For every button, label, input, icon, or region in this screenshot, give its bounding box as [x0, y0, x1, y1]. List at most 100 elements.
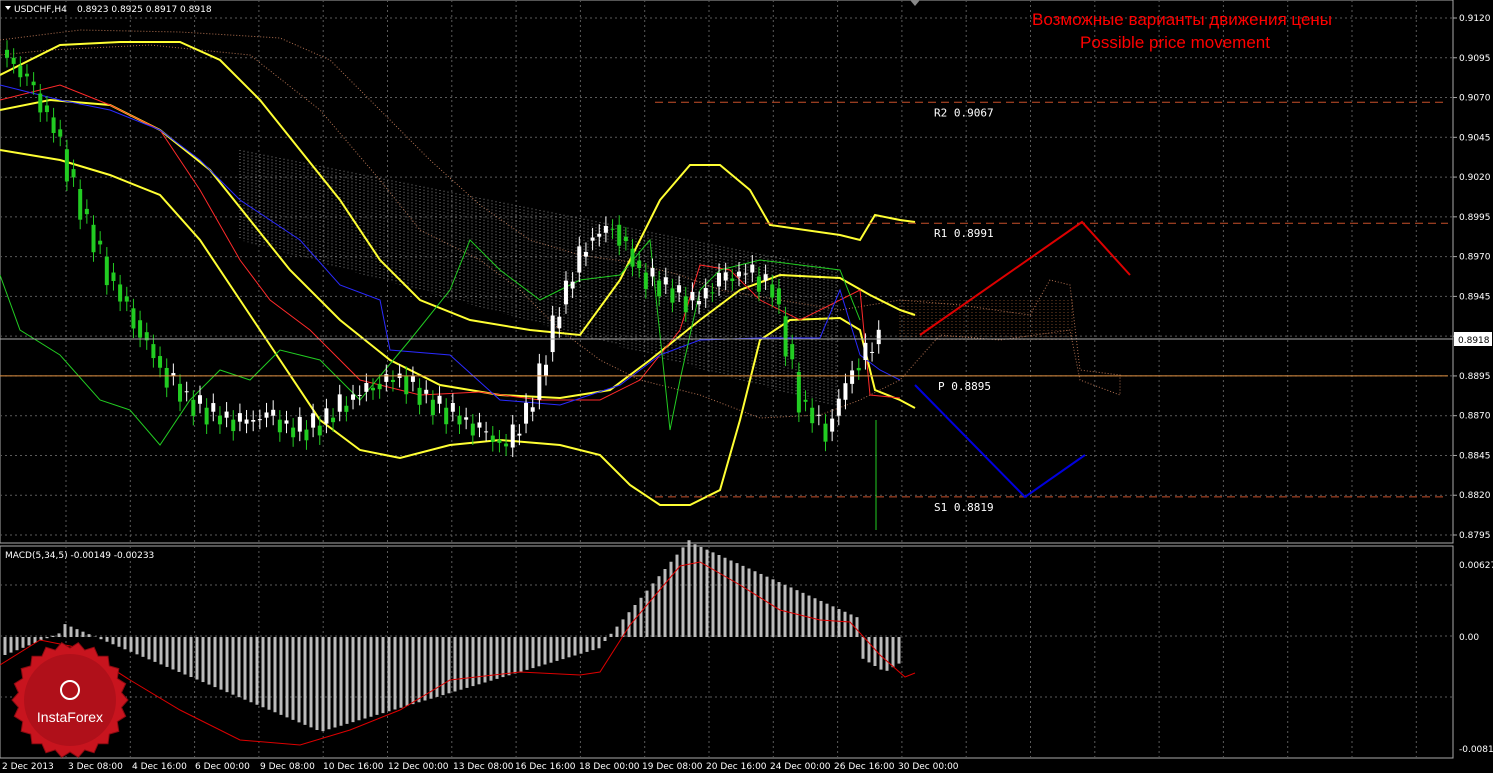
level-label-p: P 0.8895: [938, 380, 991, 393]
candle-body: [504, 443, 509, 447]
candle-body: [118, 284, 123, 302]
candle-body: [304, 429, 309, 441]
candle-body: [184, 391, 189, 393]
candle-body: [530, 407, 535, 412]
candle-body: [690, 291, 695, 301]
candle-body: [550, 315, 555, 353]
candle-body: [803, 399, 808, 402]
candle-body: [311, 413, 316, 428]
candle-body: [204, 407, 209, 425]
macd-axis-label: -0.00816: [1459, 745, 1493, 755]
candle-body: [244, 419, 249, 424]
candle-body: [856, 367, 861, 371]
candle-body: [78, 189, 83, 220]
price-axis-label: 0.8895: [1459, 372, 1491, 382]
candle-body: [51, 117, 56, 134]
ohlc-values: 0.8923 0.8925 0.8917 0.8918: [77, 5, 212, 15]
chart-canvas[interactable]: R2 0.9067 R1 0.8991 P 0.8895 S1 0.8819 0.91…: [0, 0, 1493, 773]
macd-axis-label: 0.00627: [1459, 561, 1493, 571]
candle-body: [178, 383, 183, 402]
candle-body: [763, 274, 768, 281]
time-axis-label: 9 Dec 08:00: [260, 762, 315, 772]
time-axis-label: 6 Dec 00:00: [195, 762, 250, 772]
candle-body: [703, 287, 708, 299]
candle-body: [251, 420, 256, 422]
time-axis-label: 30 Dec 00:00: [898, 762, 959, 772]
candle-body: [470, 423, 475, 436]
candle-body: [850, 370, 855, 384]
candle-body: [697, 301, 702, 305]
candle-body: [5, 49, 9, 58]
candle-body: [291, 427, 296, 438]
candle-body: [98, 240, 103, 245]
candle-body: [357, 394, 362, 396]
price-axis-label: 0.8945: [1459, 292, 1491, 302]
price-axis-label: 0.8995: [1459, 213, 1491, 223]
candle-body: [583, 251, 588, 257]
candle-body: [464, 417, 469, 420]
candle-body: [577, 246, 582, 273]
candle-body: [370, 387, 375, 391]
candle-body: [843, 383, 848, 400]
candle-body: [344, 405, 349, 412]
candle-body: [271, 409, 276, 416]
candle-body: [590, 237, 595, 241]
candle-body: [191, 399, 196, 416]
candle-body: [138, 320, 143, 338]
candle-body: [151, 344, 156, 359]
candle-body: [544, 364, 549, 376]
candle-body: [104, 256, 109, 286]
candle-body: [317, 425, 322, 436]
candle-body: [524, 402, 529, 424]
candle-body: [870, 351, 875, 353]
price-axis-label: 0.8970: [1459, 253, 1491, 263]
time-axis-label: 3 Dec 08:00: [68, 762, 123, 772]
candle-body: [71, 169, 76, 178]
candle-body: [197, 395, 202, 404]
candle-body: [224, 411, 229, 418]
time-axis-label: 24 Dec 00:00: [770, 762, 831, 772]
candle-body: [111, 272, 116, 282]
candle-body: [836, 398, 841, 416]
candle-body: [683, 296, 688, 313]
candle-body: [297, 416, 302, 432]
current-price-value: 0.8918: [1458, 336, 1490, 346]
candle-body: [31, 81, 36, 86]
candle-body: [211, 403, 216, 412]
price-axis-label: 0.9070: [1459, 94, 1491, 104]
time-axis-label: 10 Dec 16:00: [323, 762, 384, 772]
candle-body: [384, 374, 389, 382]
candle-body: [404, 375, 409, 395]
time-axis-label: 26 Dec 16:00: [834, 762, 895, 772]
candle-body: [816, 414, 821, 416]
candle-body: [497, 439, 502, 443]
price-axis-label: 0.9095: [1459, 54, 1491, 64]
macd-label: MACD(5,34,5) -0.00149 -0.00233: [5, 551, 154, 561]
candle-body: [444, 407, 449, 425]
level-label-r1: R1 0.8991: [934, 227, 994, 240]
candle-body: [18, 65, 23, 78]
candle-body: [623, 236, 628, 242]
candle-body: [770, 284, 775, 298]
candle-body: [570, 281, 575, 289]
candle-body: [670, 288, 675, 303]
candle-body: [390, 379, 395, 383]
candle-body: [84, 208, 89, 215]
time-axis-label: 16 Dec 16:00: [515, 762, 576, 772]
candle-body: [603, 225, 608, 233]
candle-body: [557, 316, 562, 329]
candle-body: [830, 418, 835, 432]
time-axis-label: 19 Dec 08:00: [642, 762, 703, 772]
candle-body: [91, 224, 96, 253]
candle-body: [796, 371, 801, 413]
candle-body: [131, 308, 136, 329]
price-axis-label: 0.8870: [1459, 412, 1491, 422]
time-axis-label: 4 Dec 16:00: [132, 762, 187, 772]
macd-axis-label: 0.00: [1459, 633, 1479, 643]
candle-body: [264, 412, 269, 418]
candle-body: [717, 272, 722, 287]
candle-body: [44, 105, 49, 113]
candle-body: [38, 93, 43, 113]
annotation-en: Possible price movement: [1080, 33, 1270, 52]
candle-body: [776, 288, 781, 305]
